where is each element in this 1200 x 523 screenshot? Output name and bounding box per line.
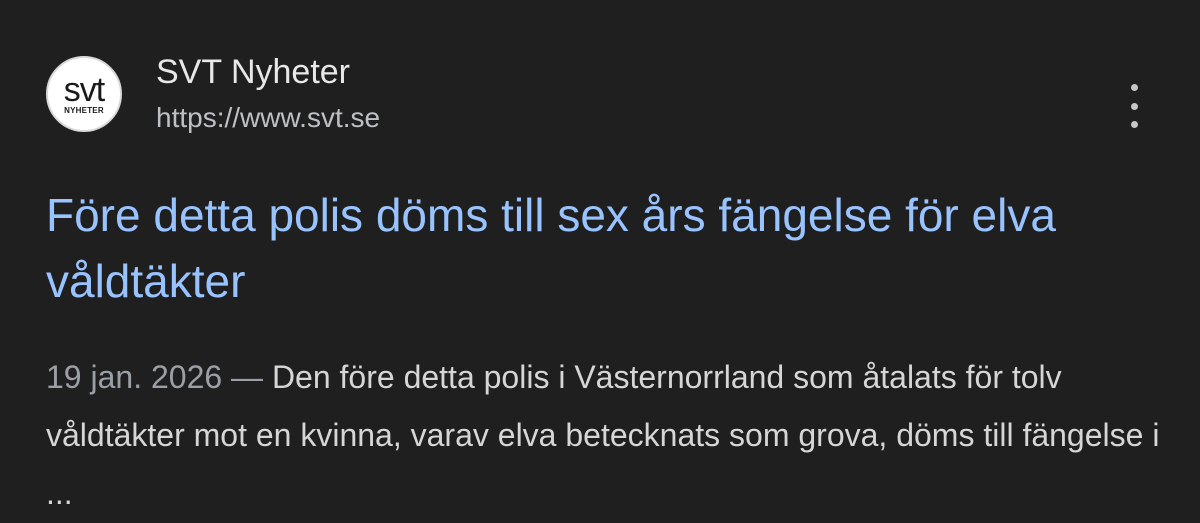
date-separator: —: [231, 359, 264, 395]
result-source[interactable]: svt NYHETER SVT Nyheter https://www.svt.…: [46, 52, 380, 136]
svt-logo-icon: svt NYHETER: [46, 56, 122, 132]
more-vert-icon: [1130, 84, 1138, 91]
result-headline-link[interactable]: Före detta polis döms till sex års fänge…: [46, 182, 1146, 314]
more-vert-icon-dot: [1130, 102, 1138, 110]
source-text: SVT Nyheter https://www.svt.se: [156, 52, 380, 136]
more-options-button[interactable]: [1118, 84, 1150, 128]
result-date: 19 jan. 2026: [46, 359, 223, 395]
site-url[interactable]: https://www.svt.se: [156, 100, 380, 136]
search-result-card: svt NYHETER SVT Nyheter https://www.svt.…: [0, 0, 1200, 523]
more-vert-icon-dot: [1130, 121, 1138, 128]
favicon-sub-text: NYHETER: [64, 106, 104, 115]
favicon-main-text: svt: [63, 71, 105, 109]
site-name[interactable]: SVT Nyheter: [156, 52, 380, 92]
result-snippet: 19 jan. 2026 — Den före detta polis i Vä…: [46, 348, 1166, 522]
